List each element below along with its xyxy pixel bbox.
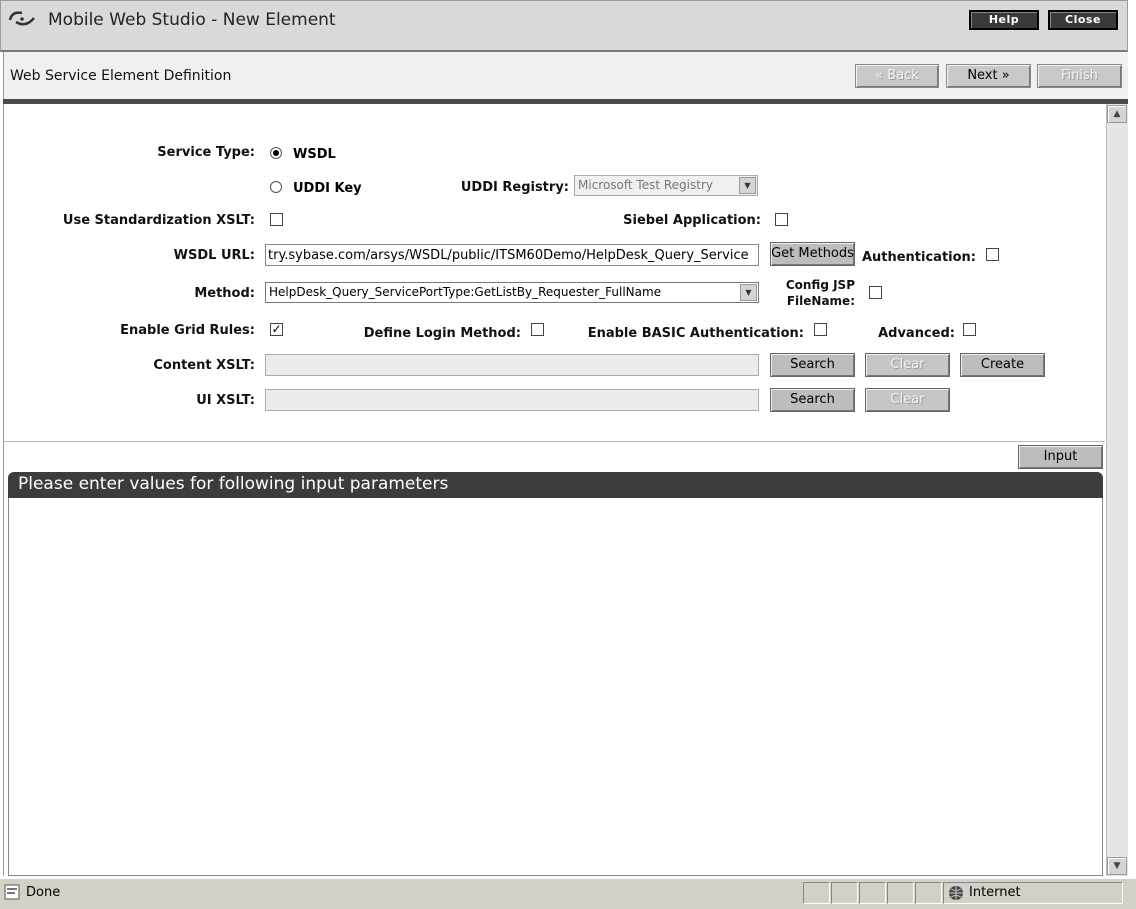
enable-grid-rules-label: Enable Grid Rules: [120,323,255,338]
vertical-scrollbar[interactable] [1106,104,1128,876]
config-jsp-label-line1: Config JSP [785,278,855,292]
uddi-registry-select[interactable]: Microsoft Test Registry ▼ [574,175,758,196]
authentication-checkbox[interactable] [986,248,999,261]
service-type-label: Service Type: [157,145,255,160]
app-logo-icon [8,11,35,26]
chevron-down-icon[interactable]: ▼ [739,177,756,194]
globe-icon [949,886,963,900]
status-cell [859,882,886,904]
content-xslt-label: Content XSLT: [153,358,255,373]
next-button[interactable]: Next » [946,64,1031,88]
advanced-checkbox[interactable] [963,323,976,336]
status-cell [831,882,858,904]
help-button[interactable]: Help [969,10,1039,30]
define-login-method-label: Define Login Method: [363,326,521,341]
input-button[interactable]: Input [1018,445,1103,469]
enable-grid-rules-checkbox[interactable]: ✓ [270,323,283,336]
wizard-title: Web Service Element Definition [10,68,232,84]
enable-basic-authentication-label: Enable BASIC Authentication: [587,326,804,341]
content-xslt-input[interactable] [265,354,759,376]
siebel-application-label: Siebel Application: [623,213,761,228]
status-cell [887,882,914,904]
ui-xslt-search-button[interactable]: Search [770,388,855,412]
enable-basic-authentication-checkbox[interactable] [814,323,827,336]
content-xslt-clear-button[interactable]: Clear [865,353,950,377]
ui-xslt-clear-button[interactable]: Clear [865,388,950,412]
authentication-label: Authentication: [861,250,976,265]
chevron-down-icon[interactable]: ▼ [740,284,757,301]
scroll-down-arrow-icon[interactable]: ▼ [1107,857,1127,875]
input-parameters-title: Please enter values for following input … [18,474,449,494]
config-jsp-checkbox[interactable] [869,286,882,299]
page-done-icon [4,884,20,900]
advanced-label: Advanced: [878,326,955,341]
ui-xslt-input[interactable] [265,389,759,411]
method-label: Method: [194,286,255,301]
status-cell [915,882,942,904]
get-methods-button[interactable]: Get Methods [770,242,855,266]
ui-xslt-label: UI XSLT: [196,393,255,408]
uddi-registry-label: UDDI Registry: [460,180,569,195]
input-parameters-panel [8,498,1103,876]
content-xslt-create-button[interactable]: Create [960,353,1045,377]
content-xslt-search-button[interactable]: Search [770,353,855,377]
siebel-application-checkbox[interactable] [775,213,788,226]
wsdl-radio-label: WSDL [293,147,336,162]
define-login-method-checkbox[interactable] [531,323,544,336]
wsdl-radio[interactable] [270,147,282,159]
config-jsp-label-line2: FileName: [786,294,855,308]
uddi-registry-value: Microsoft Test Registry [578,178,713,192]
scroll-up-arrow-icon[interactable]: ▲ [1107,105,1127,123]
section-divider [4,441,1105,442]
finish-button[interactable]: Finish [1037,64,1122,88]
uddi-key-radio-label: UDDI Key [293,181,362,196]
wsdl-url-input[interactable]: try.sybase.com/arsys/WSDL/public/ITSM60D… [265,244,759,266]
wsdl-url-label: WSDL URL: [173,248,255,263]
method-value: HelpDesk_Query_ServicePortType:GetListBy… [269,285,662,299]
method-select[interactable]: HelpDesk_Query_ServicePortType:GetListBy… [265,282,759,303]
status-text: Done [26,885,61,900]
status-cell [803,882,830,904]
use-standardization-xslt-label: Use Standardization XSLT: [62,213,255,228]
back-button[interactable]: « Back [855,64,939,88]
use-standardization-xslt-checkbox[interactable] [270,213,283,226]
close-button[interactable]: Close [1048,10,1118,30]
security-zone-text: Internet [969,885,1021,900]
uddi-key-radio[interactable] [270,181,282,193]
window-title: Mobile Web Studio - New Element [48,10,336,30]
